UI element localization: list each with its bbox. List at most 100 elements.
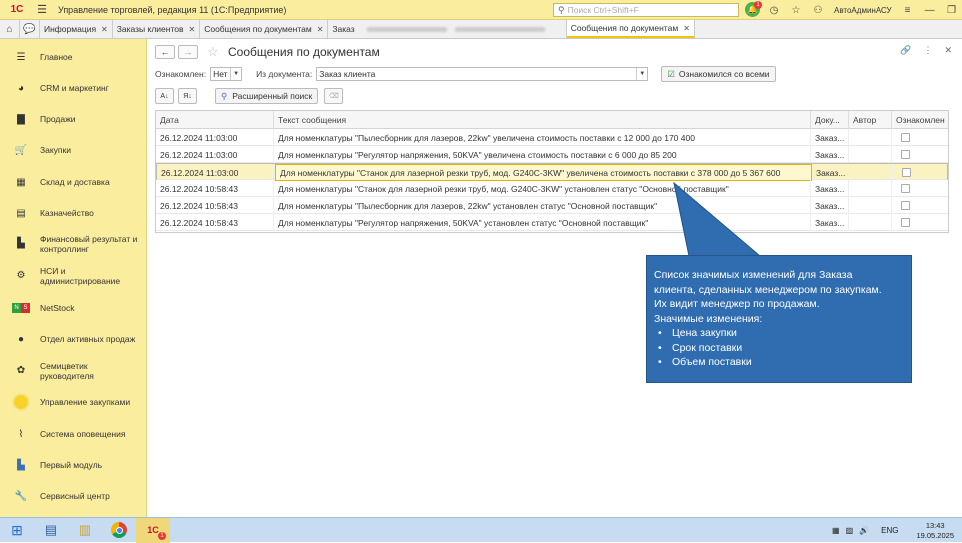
sidebar-item-main[interactable]: ☰ Главное xyxy=(0,49,147,65)
network-tray-icon[interactable]: ▦ xyxy=(832,526,840,535)
acquainted-filter-select[interactable]: Нет ▼ xyxy=(210,67,243,81)
tab-order[interactable]: Заказ xyxy=(328,20,358,38)
table-row[interactable]: 26.12.2024 11:03:00 Для номенклатуры "Ста… xyxy=(156,163,948,181)
sort-descending-button[interactable]: Я↓ xyxy=(178,88,197,104)
favorite-star-icon[interactable]: ☆ xyxy=(207,44,219,60)
acquainted-checkbox[interactable] xyxy=(901,218,910,227)
sidebar-item-sales[interactable]: ▇ Продажи xyxy=(0,111,147,127)
sidebar-item-alerts[interactable]: ⌇ Система оповещения xyxy=(0,426,147,442)
explorer-app-icon[interactable]: ▤ xyxy=(34,518,68,543)
cell-doc[interactable]: Заказ... xyxy=(811,197,849,214)
sidebar-item-active-sales[interactable]: ● Отдел активных продаж xyxy=(0,331,147,347)
settings-menu-icon[interactable]: ≡ xyxy=(900,2,916,18)
sidebar-item-warehouse[interactable]: ▦ Склад и доставка xyxy=(0,174,147,190)
chrome-app-icon[interactable] xyxy=(102,518,136,543)
sidebar-item-crm[interactable]: ◕ CRM и маркетинг xyxy=(0,80,147,96)
forward-button[interactable]: → xyxy=(178,45,198,59)
table-row[interactable]: 26.12.2024 10:58:43 Для номенклатуры "Рег… xyxy=(156,214,948,231)
minimize-icon[interactable]: — xyxy=(922,2,938,18)
cell-author[interactable] xyxy=(850,164,893,181)
cell-author[interactable] xyxy=(849,129,892,146)
column-header-acquainted[interactable]: Ознакомлен xyxy=(892,111,948,129)
cell-author[interactable] xyxy=(849,214,892,231)
tab-document-messages[interactable]: Сообщения по документам ✕ xyxy=(200,20,329,38)
table-row[interactable]: 26.12.2024 11:03:00 Для номенклатуры "Пыл… xyxy=(156,129,948,146)
table-row[interactable]: 26.12.2024 10:58:43 Для номенклатуры "Пыл… xyxy=(156,197,948,214)
acquainted-checkbox[interactable] xyxy=(902,168,911,177)
ack-all-button[interactable]: ☑ Ознакомился со всеми xyxy=(661,66,776,82)
volume-tray-icon[interactable]: 🔊 xyxy=(859,526,869,535)
cell-doc[interactable]: Заказ... xyxy=(811,180,849,197)
cell-text[interactable]: Для номенклатуры "Регулятор напряжения, … xyxy=(274,214,811,231)
close-tab-icon[interactable]: ✕ xyxy=(683,24,690,33)
sidebar-item-netstock[interactable]: N S NetStock xyxy=(0,300,147,316)
wifi-tray-icon[interactable]: ▨ xyxy=(846,526,854,535)
sidebar-item-nsi[interactable]: ⚙ НСИ и администрирование xyxy=(0,264,147,288)
sidebar-item-semitsvetik[interactable]: ✿ Семицветик руководителя xyxy=(0,359,147,383)
cell-date[interactable]: 26.12.2024 10:58:43 xyxy=(156,214,274,231)
language-indicator[interactable]: ENG xyxy=(881,526,898,535)
sidebar-item-procurement-management[interactable]: Управление закупками xyxy=(0,393,147,411)
sidebar-item-service-center[interactable]: 🔧 Сервисный центр xyxy=(0,488,147,504)
1c-app-icon[interactable]: 1С 1 xyxy=(136,517,170,543)
advanced-search-button[interactable]: ⚲ Расширенный поиск xyxy=(215,88,319,104)
cell-doc[interactable]: Заказ... xyxy=(811,146,849,163)
column-header-document[interactable]: Доку... xyxy=(811,111,849,129)
windows-start-icon[interactable]: ⊞ xyxy=(0,518,34,543)
cell-doc[interactable]: Заказ... xyxy=(811,129,849,146)
close-tab-icon[interactable]: ✕ xyxy=(189,25,196,34)
main-menu-icon[interactable]: ☰ xyxy=(34,2,50,18)
cell-date[interactable]: 26.12.2024 11:03:00 xyxy=(157,164,275,181)
more-actions-icon[interactable]: ⋮ xyxy=(923,45,932,56)
chevron-down-icon[interactable]: ▼ xyxy=(636,68,647,80)
column-header-date[interactable]: Дата xyxy=(156,111,274,129)
cell-date[interactable]: 26.12.2024 10:58:43 xyxy=(156,197,274,214)
chevron-down-icon[interactable]: ▼ xyxy=(230,68,241,80)
sidebar-item-purchases[interactable]: 🛒 Закупки xyxy=(0,142,147,158)
sort-ascending-button[interactable]: A↓ xyxy=(155,88,174,104)
sidebar-item-treasury[interactable]: ▤ Казначейство xyxy=(0,205,147,221)
acquainted-checkbox[interactable] xyxy=(901,150,910,159)
cell-date[interactable]: 26.12.2024 11:03:00 xyxy=(156,129,274,146)
cell-author[interactable] xyxy=(849,197,892,214)
chat-icon[interactable]: 💬 xyxy=(20,20,40,38)
tab-customer-orders[interactable]: Заказы клиентов ✕ xyxy=(113,20,201,38)
table-row[interactable]: 26.12.2024 10:58:43 Для номенклатуры "Ста… xyxy=(156,180,948,197)
cell-text[interactable]: Для номенклатуры "Пылесборник для лазеро… xyxy=(274,197,811,214)
acquainted-checkbox[interactable] xyxy=(901,184,910,193)
acquainted-checkbox[interactable] xyxy=(901,133,910,142)
cell-text[interactable]: Для номенклатуры "Станок для лазерной ре… xyxy=(275,164,812,181)
table-row[interactable]: 26.12.2024 11:03:00 Для номенклатуры "Рег… xyxy=(156,146,948,163)
cell-date[interactable]: 26.12.2024 10:58:43 xyxy=(156,180,274,197)
favorites-star-icon[interactable]: ☆ xyxy=(788,2,804,18)
column-header-text[interactable]: Текст сообщения xyxy=(274,111,811,129)
cell-author[interactable] xyxy=(849,146,892,163)
cell-text[interactable]: Для номенклатуры "Станок для лазерной ре… xyxy=(274,180,811,197)
system-clock[interactable]: 13:43 19.05.2025 xyxy=(916,521,954,541)
acquainted-checkbox[interactable] xyxy=(901,201,910,210)
history-icon[interactable]: ◷ xyxy=(766,2,782,18)
column-header-author[interactable]: Автор xyxy=(849,111,892,129)
home-icon[interactable]: ⌂ xyxy=(0,20,20,38)
back-button[interactable]: ← xyxy=(155,45,175,59)
restore-icon[interactable]: ❐ xyxy=(944,2,960,18)
cell-date[interactable]: 26.12.2024 11:03:00 xyxy=(156,146,274,163)
close-tab-icon[interactable]: ✕ xyxy=(101,25,108,34)
tab-document-messages-active[interactable]: Сообщения по документам ✕ xyxy=(566,20,695,38)
cell-doc[interactable]: Заказ... xyxy=(812,164,850,181)
cell-text[interactable]: Для номенклатуры "Пылесборник для лазеро… xyxy=(274,129,811,146)
close-form-icon[interactable]: ✕ xyxy=(944,45,952,56)
cell-doc[interactable]: Заказ... xyxy=(811,214,849,231)
cell-author[interactable] xyxy=(849,180,892,197)
file-manager-app-icon[interactable]: ▥ xyxy=(68,518,102,543)
link-icon[interactable]: 🔗 xyxy=(900,45,911,56)
close-tab-icon[interactable]: ✕ xyxy=(317,25,324,34)
user-icon[interactable]: ⚇ xyxy=(810,2,826,18)
tab-information[interactable]: Информация ✕ xyxy=(40,20,113,38)
user-name[interactable]: АвтоАдминАСУ xyxy=(834,6,892,15)
sidebar-item-financial[interactable]: ▙ Финансовый результат и контроллинг xyxy=(0,232,147,256)
sidebar-item-first-module[interactable]: ▙ Первый модуль xyxy=(0,457,147,473)
cell-text[interactable]: Для номенклатуры "Регулятор напряжения, … xyxy=(274,146,811,163)
clear-search-button[interactable]: ⌫ xyxy=(324,88,344,104)
document-filter-select[interactable]: Заказ клиента ▼ xyxy=(316,67,649,81)
